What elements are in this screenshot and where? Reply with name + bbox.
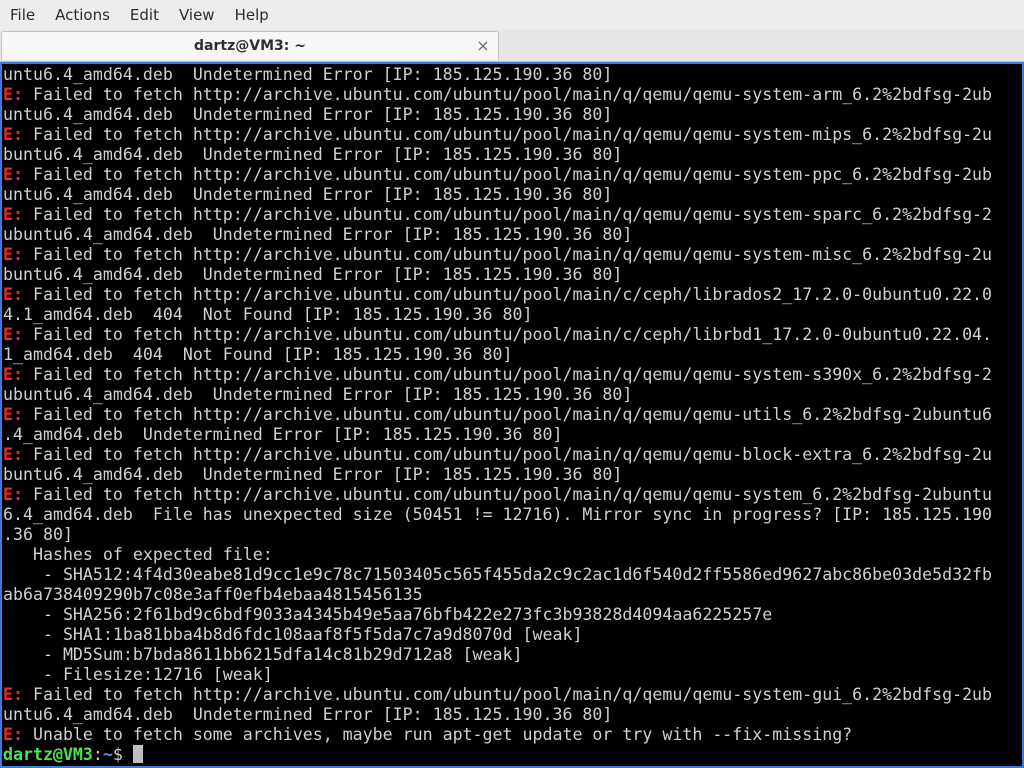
- terminal-line: - SHA256:2f61bd9c6bdf9033a4345b49e5aa76b…: [3, 605, 1022, 625]
- menu-actions[interactable]: Actions: [45, 0, 120, 30]
- prompt-symbol: $: [112, 745, 133, 764]
- line-text: buntu6.4_amd64.deb Undetermined Error [I…: [3, 145, 623, 164]
- terminal-line: untu6.4_amd64.deb Undetermined Error [IP…: [3, 105, 1022, 125]
- terminal-line: Hashes of expected file:: [3, 545, 1022, 565]
- error-prefix: E:: [3, 285, 23, 304]
- prompt-user-host: dartz@VM3: [3, 745, 93, 764]
- terminal-tab[interactable]: dartz@VM3: ~: [1, 31, 499, 60]
- terminal-line: ubuntu6.4_amd64.deb Undetermined Error […: [3, 385, 1022, 405]
- prompt-separator: :: [92, 745, 103, 764]
- terminal-line: buntu6.4_amd64.deb Undetermined Error [I…: [3, 265, 1022, 285]
- line-text: .36 80]: [3, 525, 73, 544]
- terminal-line: 6.4_amd64.deb File has unexpected size (…: [3, 505, 1022, 525]
- line-text: 4.1_amd64.deb 404 Not Found [IP: 185.125…: [3, 305, 533, 324]
- terminal-line: E: Unable to fetch some archives, maybe …: [3, 725, 1022, 745]
- line-text: Failed to fetch http://archive.ubuntu.co…: [22, 245, 993, 264]
- line-text: - SHA256:2f61bd9c6bdf9033a4345b49e5aa76b…: [3, 605, 773, 624]
- line-text: buntu6.4_amd64.deb Undetermined Error [I…: [3, 265, 623, 284]
- terminal-line: E: Failed to fetch http://archive.ubuntu…: [3, 205, 1022, 225]
- terminal-line: E: Failed to fetch http://archive.ubuntu…: [3, 485, 1022, 505]
- terminal-line: E: Failed to fetch http://archive.ubuntu…: [3, 245, 1022, 265]
- error-prefix: E:: [3, 685, 23, 704]
- terminal-line: E: Failed to fetch http://archive.ubuntu…: [3, 365, 1022, 385]
- line-text: Failed to fetch http://archive.ubuntu.co…: [22, 485, 993, 504]
- prompt-line[interactable]: dartz@VM3:~$: [3, 745, 1022, 765]
- line-text: ab6a738409290b7c08e3aff0efb4ebaa48154561…: [3, 585, 423, 604]
- terminal-line: untu6.4_amd64.deb Undetermined Error [IP…: [3, 185, 1022, 205]
- close-icon[interactable]: [476, 39, 490, 53]
- menu-bar: File Actions Edit View Help: [0, 0, 1024, 30]
- error-prefix: E:: [3, 205, 23, 224]
- menu-view[interactable]: View: [169, 0, 225, 30]
- terminal-line: E: Failed to fetch http://archive.ubuntu…: [3, 405, 1022, 425]
- terminal-line: - Filesize:12716 [weak]: [3, 665, 1022, 685]
- line-text: untu6.4_amd64.deb Undetermined Error [IP…: [3, 65, 613, 84]
- line-text: Failed to fetch http://archive.ubuntu.co…: [22, 285, 993, 304]
- line-text: untu6.4_amd64.deb Undetermined Error [IP…: [3, 705, 613, 724]
- terminal-line: buntu6.4_amd64.deb Undetermined Error [I…: [3, 465, 1022, 485]
- terminal-line: 4.1_amd64.deb 404 Not Found [IP: 185.125…: [3, 305, 1022, 325]
- menu-help[interactable]: Help: [225, 0, 279, 30]
- terminal-output: untu6.4_amd64.deb Undetermined Error [IP…: [3, 65, 1022, 766]
- error-prefix: E:: [3, 325, 23, 344]
- line-text: Failed to fetch http://archive.ubuntu.co…: [22, 445, 993, 464]
- terminal-line: E: Failed to fetch http://archive.ubuntu…: [3, 325, 1022, 345]
- line-text: untu6.4_amd64.deb Undetermined Error [IP…: [3, 185, 613, 204]
- menu-edit[interactable]: Edit: [120, 0, 169, 30]
- menu-file[interactable]: File: [0, 0, 45, 30]
- terminal-line: E: Failed to fetch http://archive.ubuntu…: [3, 165, 1022, 185]
- line-text: Hashes of expected file:: [3, 545, 273, 564]
- tab-bar: dartz@VM3: ~: [0, 30, 1024, 62]
- line-text: Failed to fetch http://archive.ubuntu.co…: [22, 685, 993, 704]
- terminal-view[interactable]: untu6.4_amd64.deb Undetermined Error [IP…: [0, 62, 1024, 768]
- terminal-line: E: Failed to fetch http://archive.ubuntu…: [3, 685, 1022, 705]
- line-text: buntu6.4_amd64.deb Undetermined Error [I…: [3, 465, 623, 484]
- line-text: 1_amd64.deb 404 Not Found [IP: 185.125.1…: [3, 345, 513, 364]
- line-text: Failed to fetch http://archive.ubuntu.co…: [22, 405, 993, 424]
- terminal-line: .4_amd64.deb Undetermined Error [IP: 185…: [3, 425, 1022, 445]
- line-text: untu6.4_amd64.deb Undetermined Error [IP…: [3, 105, 613, 124]
- line-text: Failed to fetch http://archive.ubuntu.co…: [22, 85, 993, 104]
- terminal-line: buntu6.4_amd64.deb Undetermined Error [I…: [3, 145, 1022, 165]
- terminal-line: E: Failed to fetch http://archive.ubuntu…: [3, 285, 1022, 305]
- error-prefix: E:: [3, 125, 23, 144]
- line-text: - Filesize:12716 [weak]: [3, 665, 273, 684]
- error-prefix: E:: [3, 245, 23, 264]
- line-text: - SHA512:4f4d30eabe81d9cc1e9c78c71503405…: [3, 565, 993, 584]
- terminal-line: 1_amd64.deb 404 Not Found [IP: 185.125.1…: [3, 345, 1022, 365]
- terminal-line: - SHA512:4f4d30eabe81d9cc1e9c78c71503405…: [3, 565, 1022, 585]
- error-prefix: E:: [3, 365, 23, 384]
- tab-title: dartz@VM3: ~: [194, 38, 306, 54]
- terminal-line: - SHA1:1ba81bba4b8d6fdc108aaf8f5f5da7c7a…: [3, 625, 1022, 645]
- terminal-line: E: Failed to fetch http://archive.ubuntu…: [3, 125, 1022, 145]
- error-prefix: E:: [3, 85, 23, 104]
- error-prefix: E:: [3, 725, 23, 744]
- line-text: .4_amd64.deb Undetermined Error [IP: 185…: [3, 425, 563, 444]
- error-prefix: E:: [3, 485, 23, 504]
- line-text: ubuntu6.4_amd64.deb Undetermined Error […: [3, 225, 633, 244]
- line-text: 6.4_amd64.deb File has unexpected size (…: [3, 505, 993, 524]
- line-text: - SHA1:1ba81bba4b8d6fdc108aaf8f5f5da7c7a…: [3, 625, 583, 644]
- line-text: Failed to fetch http://archive.ubuntu.co…: [22, 365, 993, 384]
- terminal-line: - MD5Sum:b7bda8611bb6215dfa14c81b29d712a…: [3, 645, 1022, 665]
- error-prefix: E:: [3, 165, 23, 184]
- line-text: Failed to fetch http://archive.ubuntu.co…: [22, 165, 993, 184]
- terminal-line: E: Failed to fetch http://archive.ubuntu…: [3, 85, 1022, 105]
- line-text: Failed to fetch http://archive.ubuntu.co…: [22, 125, 993, 144]
- terminal-line: E: Failed to fetch http://archive.ubuntu…: [3, 445, 1022, 465]
- terminal-line: untu6.4_amd64.deb Undetermined Error [IP…: [3, 65, 1022, 85]
- block-cursor: [132, 745, 143, 763]
- line-text: Unable to fetch some archives, maybe run…: [22, 725, 853, 744]
- terminal-line: ab6a738409290b7c08e3aff0efb4ebaa48154561…: [3, 585, 1022, 605]
- line-text: Failed to fetch http://archive.ubuntu.co…: [22, 325, 993, 344]
- prompt-path: ~: [102, 745, 113, 764]
- error-prefix: E:: [3, 405, 23, 424]
- terminal-line: untu6.4_amd64.deb Undetermined Error [IP…: [3, 705, 1022, 725]
- terminal-line: ubuntu6.4_amd64.deb Undetermined Error […: [3, 225, 1022, 245]
- terminal-line: .36 80]: [3, 525, 1022, 545]
- line-text: ubuntu6.4_amd64.deb Undetermined Error […: [3, 385, 633, 404]
- error-prefix: E:: [3, 445, 23, 464]
- line-text: - MD5Sum:b7bda8611bb6215dfa14c81b29d712a…: [3, 645, 523, 664]
- line-text: Failed to fetch http://archive.ubuntu.co…: [22, 205, 993, 224]
